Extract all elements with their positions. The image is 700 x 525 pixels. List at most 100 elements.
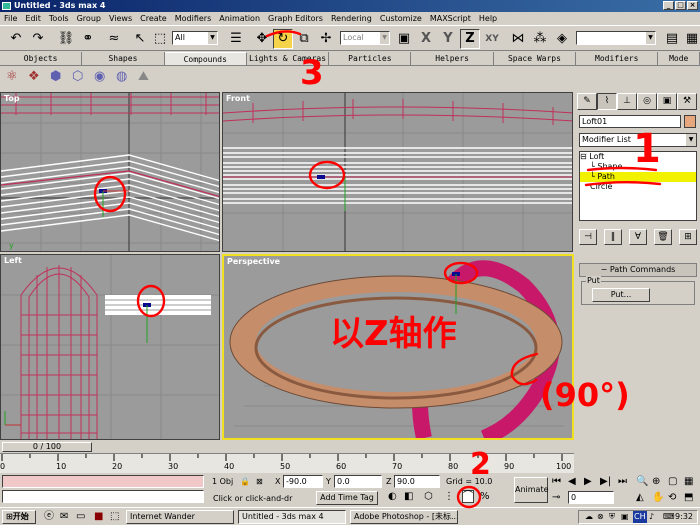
- tray-icon[interactable]: ♪: [649, 511, 654, 523]
- start-button[interactable]: ⊞开始: [2, 510, 36, 524]
- x-coordinate-field[interactable]: -90.0: [283, 475, 323, 488]
- stack-item-circle[interactable]: Circle: [580, 182, 696, 192]
- go-to-end-icon[interactable]: ⏭: [618, 476, 627, 487]
- pivot-center-icon[interactable]: ▣: [394, 29, 414, 49]
- redo-icon[interactable]: ↷: [28, 29, 48, 49]
- current-frame-field[interactable]: 0: [568, 491, 614, 504]
- menu-edit[interactable]: Edit: [25, 12, 41, 25]
- menu-modifiers[interactable]: Modifiers: [175, 12, 212, 25]
- viewport-left[interactable]: Left: [0, 254, 220, 440]
- y-coordinate-field[interactable]: 0.0: [334, 475, 382, 488]
- bind-spacewarp-icon[interactable]: ≈: [104, 29, 124, 49]
- select-link-icon[interactable]: ⛓: [56, 29, 76, 49]
- menu-views[interactable]: Views: [109, 12, 132, 25]
- shapemerge-icon[interactable]: ◉: [94, 69, 105, 84]
- conform-icon[interactable]: ⬢: [50, 69, 61, 84]
- configure-sets-icon[interactable]: ⊞: [679, 229, 697, 245]
- pin-stack-icon[interactable]: ⊣: [579, 229, 597, 245]
- outlook-quicklaunch-icon[interactable]: ✉: [60, 511, 68, 522]
- region-select-icon[interactable]: ⬚: [150, 29, 170, 49]
- tab-mode[interactable]: Mode: [658, 52, 700, 65]
- add-time-tag-button[interactable]: Add Time Tag: [316, 491, 378, 505]
- maxscript-listener[interactable]: [2, 475, 204, 488]
- align-icon[interactable]: ◈: [552, 29, 572, 49]
- tab-shapes[interactable]: Shapes: [82, 52, 165, 65]
- mirror-icon[interactable]: ⋈: [508, 29, 528, 49]
- ref-coord-dropdown[interactable]: Local ▼: [340, 31, 390, 45]
- tray-icon[interactable]: ⛨: [609, 511, 615, 523]
- menu-rendering[interactable]: Rendering: [331, 12, 372, 25]
- scatter-icon[interactable]: ❖: [28, 69, 40, 84]
- absolute-mode-icon[interactable]: ⊠: [256, 476, 263, 487]
- modify-tab-icon[interactable]: ⌇: [597, 93, 617, 110]
- move-icon[interactable]: ✥: [252, 29, 272, 49]
- pan-icon[interactable]: ✋: [652, 492, 664, 503]
- path-commands-rollout[interactable]: − Path Commands: [579, 263, 697, 277]
- schematic-icon[interactable]: ▦: [682, 29, 700, 49]
- zoom-all-icon[interactable]: ⊕: [652, 476, 660, 487]
- tab-helpers[interactable]: Helpers: [411, 52, 494, 65]
- maxscript-input[interactable]: [2, 490, 204, 503]
- tab-space-warps[interactable]: Space Warps: [494, 52, 577, 65]
- object-name-field[interactable]: Loft01: [579, 115, 681, 128]
- modifier-list-dropdown[interactable]: Modifier List ▼: [579, 133, 697, 147]
- stack-item-loft[interactable]: ⊟ Loft: [580, 152, 696, 162]
- scale-icon[interactable]: ⧉: [294, 29, 314, 49]
- tray-icon[interactable]: ☁: [585, 511, 593, 523]
- create-tab-icon[interactable]: ✎: [577, 93, 597, 110]
- maximize-viewport-icon[interactable]: ⬒: [684, 492, 693, 503]
- menu-file[interactable]: File: [4, 12, 17, 25]
- tray-language[interactable]: CH: [633, 511, 647, 523]
- arc-rotate-icon[interactable]: ⟲: [668, 492, 676, 503]
- angle-snap-icon[interactable]: ⌒: [462, 490, 474, 503]
- axis-xy-button[interactable]: XY: [482, 29, 502, 49]
- tab-modifiers[interactable]: Modifiers: [576, 52, 659, 65]
- time-slider-thumb[interactable]: 0 / 100: [2, 442, 92, 452]
- field-of-view-icon[interactable]: ◭: [636, 492, 644, 503]
- rotate-icon[interactable]: ↻: [273, 29, 293, 49]
- select-object-icon[interactable]: ↖: [130, 29, 150, 49]
- array-icon[interactable]: ⁂: [530, 29, 550, 49]
- manipulate-icon[interactable]: ✢: [316, 29, 336, 49]
- tray-icon[interactable]: ⌨: [663, 511, 675, 523]
- tray-icon[interactable]: ▣: [621, 511, 629, 523]
- axis-x-button[interactable]: X: [416, 29, 436, 49]
- show-end-result-icon[interactable]: ‖: [604, 229, 622, 245]
- unlink-icon[interactable]: ⚭: [78, 29, 98, 49]
- undo-icon[interactable]: ↶: [6, 29, 26, 49]
- connect-icon[interactable]: ⬡: [72, 69, 83, 84]
- play-icon[interactable]: ▶: [584, 476, 592, 487]
- tab-compounds[interactable]: Compounds: [164, 52, 247, 65]
- minimize-button[interactable]: _: [663, 1, 674, 10]
- morph-icon[interactable]: ⚛: [6, 69, 18, 84]
- make-unique-icon[interactable]: ∀: [629, 229, 647, 245]
- menu-create[interactable]: Create: [140, 12, 167, 25]
- animate-button[interactable]: Animate: [514, 477, 549, 503]
- percent-snap-icon[interactable]: %: [480, 491, 490, 502]
- tab-particles[interactable]: Particles: [329, 52, 412, 65]
- snap-3d-icon[interactable]: ⋮: [444, 491, 454, 502]
- degradation-icon[interactable]: ◧: [404, 491, 413, 502]
- key-mode-icon[interactable]: ⊸: [552, 492, 560, 503]
- lock-icon[interactable]: 🔒: [240, 476, 250, 487]
- viewport-front[interactable]: Front: [222, 92, 573, 252]
- zoom-extents-all-icon[interactable]: ▦: [684, 476, 693, 487]
- tray-icon[interactable]: ⊗: [597, 511, 604, 523]
- selection-filter-dropdown[interactable]: All ▼: [172, 31, 218, 45]
- desktop-quicklaunch-icon[interactable]: ▭: [76, 511, 85, 522]
- put-button[interactable]: Put...: [592, 288, 650, 302]
- boolean-icon[interactable]: ◍: [116, 69, 127, 84]
- viewport-top[interactable]: Top y: [0, 92, 220, 252]
- menu-help[interactable]: Help: [479, 12, 497, 25]
- menu-group[interactable]: Group: [77, 12, 101, 25]
- zoom-extents-icon[interactable]: ▢: [668, 476, 677, 487]
- crossing-select-icon[interactable]: ◐: [388, 491, 397, 502]
- track-view-icon[interactable]: ▤: [662, 29, 682, 49]
- object-color-swatch[interactable]: [684, 115, 696, 128]
- task-internet-wander[interactable]: Internet Wander: [126, 510, 234, 524]
- tab-objects[interactable]: Objects: [0, 52, 83, 65]
- select-by-name-icon[interactable]: ☰: [226, 29, 246, 49]
- zoom-icon[interactable]: 🔍: [636, 476, 648, 487]
- menu-tools[interactable]: Tools: [49, 12, 69, 25]
- menu-maxscript[interactable]: MAXScript: [430, 12, 471, 25]
